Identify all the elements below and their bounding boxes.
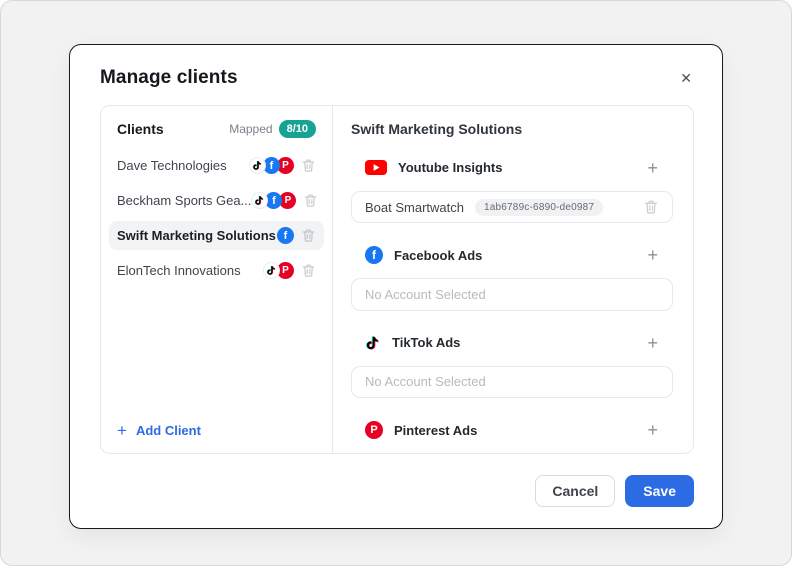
section-facebook-ads: f Facebook Ads + <box>351 244 673 266</box>
clients-panel: Clients Mapped 8/10 Dave Technologies f … <box>101 106 333 453</box>
client-platform-icons: f <box>277 227 316 244</box>
account-name: Boat Smartwatch <box>365 200 464 215</box>
modal-footer: Cancel Save <box>535 475 694 507</box>
section-label-wrap: TikTok Ads <box>365 335 460 351</box>
youtube-account-row: Boat Smartwatch 1ab6789c-6890-de0987 <box>351 191 673 224</box>
section-tiktok-ads: TikTok Ads + <box>351 332 673 354</box>
facebook-account-select[interactable]: No Account Selected <box>351 278 673 311</box>
panels-container: Clients Mapped 8/10 Dave Technologies f … <box>100 105 694 454</box>
account-id-badge: 1ab6789c-6890-de0987 <box>475 199 603 216</box>
youtube-icon <box>365 160 387 175</box>
client-name: Swift Marketing Solutions <box>117 228 276 243</box>
delete-client-icon[interactable] <box>303 193 318 208</box>
modal-title: Manage clients <box>100 67 238 89</box>
client-list: Dave Technologies f P Beckham Sports Gea… <box>109 151 324 285</box>
section-label: Facebook Ads <box>394 248 482 263</box>
section-label: Pinterest Ads <box>394 423 477 438</box>
tiktok-icon <box>263 262 280 279</box>
app-background: Manage clients ✕ Clients Mapped 8/10 Dav… <box>0 0 792 566</box>
delete-client-icon[interactable] <box>301 263 316 278</box>
section-youtube-insights: Youtube Insights + <box>351 157 673 179</box>
selected-client-title: Swift Marketing Solutions <box>351 121 673 137</box>
tiktok-icon <box>365 335 381 351</box>
close-icon[interactable]: ✕ <box>676 67 696 89</box>
manage-clients-modal: Manage clients ✕ Clients Mapped 8/10 Dav… <box>69 44 723 529</box>
clients-panel-header: Clients Mapped 8/10 <box>117 120 316 138</box>
section-label: TikTok Ads <box>392 335 460 350</box>
client-platform-icons: P <box>263 262 316 279</box>
client-row-swift-marketing-selected[interactable]: Swift Marketing Solutions f <box>109 221 324 250</box>
section-label: Youtube Insights <box>398 160 502 175</box>
section-label-wrap: f Facebook Ads <box>365 246 482 264</box>
client-details-panel: Swift Marketing Solutions Youtube Insigh… <box>333 106 693 453</box>
section-pinterest-ads: P Pinterest Ads + <box>351 419 673 441</box>
delete-client-icon[interactable] <box>301 158 316 173</box>
client-name: ElonTech Innovations <box>117 263 241 278</box>
facebook-icon: f <box>365 246 383 264</box>
modal-header: Manage clients ✕ <box>70 45 722 105</box>
add-account-icon[interactable]: + <box>647 334 658 352</box>
add-client-button[interactable]: + Add Client <box>117 420 316 441</box>
save-button[interactable]: Save <box>625 475 694 507</box>
section-label-wrap: Youtube Insights <box>365 160 502 175</box>
cancel-button[interactable]: Cancel <box>535 475 615 507</box>
add-account-icon[interactable]: + <box>647 159 658 177</box>
tiktok-icon <box>251 192 268 209</box>
add-client-label: Add Client <box>136 423 201 438</box>
client-row-dave-technologies[interactable]: Dave Technologies f P <box>109 151 324 180</box>
plus-icon: + <box>117 422 127 439</box>
client-platform-icons: f P <box>249 157 316 174</box>
mapped-count-badge: 8/10 <box>279 120 316 138</box>
pinterest-icon: P <box>365 421 383 439</box>
mapped-label: Mapped <box>229 122 272 136</box>
tiktok-icon <box>249 157 266 174</box>
mapped-counter: Mapped 8/10 <box>229 120 316 138</box>
tiktok-account-select[interactable]: No Account Selected <box>351 366 673 399</box>
client-name: Dave Technologies <box>117 158 227 173</box>
remove-account-icon[interactable] <box>643 199 659 215</box>
delete-client-icon[interactable] <box>301 228 316 243</box>
add-account-icon[interactable]: + <box>647 421 658 439</box>
add-account-icon[interactable]: + <box>647 246 658 264</box>
client-name: Beckham Sports Gea... <box>117 193 251 208</box>
section-label-wrap: P Pinterest Ads <box>365 421 477 439</box>
facebook-icon: f <box>277 227 294 244</box>
client-platform-icons: f P <box>251 192 318 209</box>
clients-heading: Clients <box>117 121 164 137</box>
client-row-elontech-innovations[interactable]: ElonTech Innovations P <box>109 256 324 285</box>
client-row-beckham-sports[interactable]: Beckham Sports Gea... f P <box>109 186 324 215</box>
